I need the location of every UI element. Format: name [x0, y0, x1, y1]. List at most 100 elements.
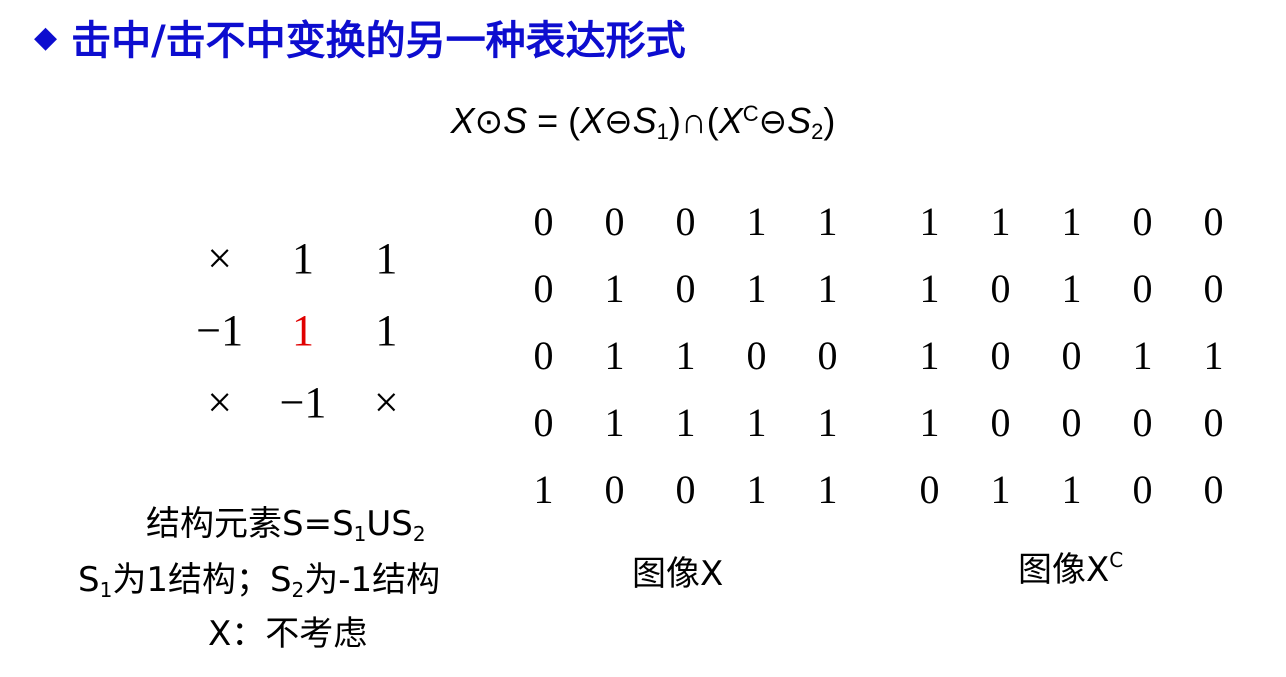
matrix-cell: 0 — [533, 266, 554, 311]
image-xc-label: 图像XC — [1018, 542, 1123, 591]
matrix-cell: 0 — [675, 467, 696, 512]
matrix-cell: 1 — [604, 333, 625, 378]
matrix-cell: 1 — [817, 199, 838, 244]
matrix-cell: 0 — [675, 199, 696, 244]
caption-sub: 2 — [412, 522, 426, 546]
matrix-cell: 1 — [990, 199, 1011, 244]
formula-sub-1: 1 — [656, 119, 669, 144]
matrix-cell: 1 — [675, 333, 696, 378]
matrix-cell: 1 — [817, 400, 838, 445]
matrix-cell: 1 — [990, 467, 1011, 512]
se-cell: 1 — [375, 305, 398, 355]
formula-s: S — [787, 100, 812, 141]
matrix-cell: 1 — [1061, 199, 1082, 244]
matrix-row: 1 1 1 0 0 — [894, 188, 1249, 255]
matrix-cell: 0 — [675, 266, 696, 311]
matrix-cell: 1 — [919, 400, 940, 445]
image-x-matrix: 0 0 0 1 1 0 1 0 1 1 0 1 1 0 0 0 1 1 1 1 1 0 0 1 1 — [508, 188, 863, 523]
structuring-element-matrix: × 1 1 −1 1 1 × −1 × — [178, 222, 428, 438]
matrix-cell: 1 — [817, 467, 838, 512]
matrix-cell: 0 — [990, 333, 1011, 378]
se-row: × 1 1 — [178, 222, 428, 294]
se-cell: 1 — [291, 305, 314, 355]
matrix-cell: 1 — [746, 266, 767, 311]
formula-sub-2: 2 — [811, 119, 824, 144]
matrix-cell: 0 — [919, 467, 940, 512]
matrix-cell: 1 — [675, 400, 696, 445]
slide-title-text: 击中/击不中变换的另一种表达形式 — [71, 18, 686, 64]
matrix-row: 1 0 1 0 0 — [894, 255, 1249, 322]
formula-x: X — [580, 100, 605, 141]
matrix-cell: 0 — [604, 467, 625, 512]
formula-s: S — [632, 100, 657, 141]
se-row: × −1 × — [178, 366, 428, 438]
matrix-cell: 0 — [533, 400, 554, 445]
matrix-cell: 0 — [817, 333, 838, 378]
matrix-row: 1 0 0 1 1 — [508, 456, 863, 523]
image-xc-matrix: 1 1 1 0 0 1 0 1 0 0 1 0 0 1 1 1 0 0 0 0 0 1 1 0 0 — [894, 188, 1249, 523]
matrix-cell: 1 — [919, 266, 940, 311]
matrix-cell: 1 — [919, 333, 940, 378]
se-caption-definition: 结构元素S=S1US2 — [146, 496, 426, 546]
matrix-row: 1 0 0 0 0 — [894, 389, 1249, 456]
matrix-cell: 0 — [990, 266, 1011, 311]
caption-text: 图像X — [1018, 550, 1110, 590]
caption-sub: 2 — [291, 578, 305, 602]
ominus-symbol: ⊖ — [604, 102, 633, 142]
caption-sub: 1 — [353, 522, 367, 546]
matrix-cell: 1 — [1061, 467, 1082, 512]
matrix-cell: 1 — [604, 266, 625, 311]
matrix-cell: 1 — [1132, 333, 1153, 378]
matrix-row: 1 0 0 1 1 — [894, 322, 1249, 389]
matrix-row: 0 1 1 0 0 — [894, 456, 1249, 523]
hit-or-miss-formula: X⊙S = (X⊖S1)∩(XC⊖S2) — [0, 100, 1286, 150]
matrix-cell: 0 — [1132, 199, 1153, 244]
matrix-row: 0 1 1 0 0 — [508, 322, 863, 389]
matrix-cell: 0 — [533, 333, 554, 378]
matrix-cell: 0 — [1203, 400, 1224, 445]
caption-sub: 1 — [99, 578, 113, 602]
diamond-bullet-icon: ◆ — [34, 19, 58, 55]
matrix-cell: 0 — [1203, 467, 1224, 512]
matrix-cell: 0 — [990, 400, 1011, 445]
caption-text: 结构元素S=S — [146, 504, 354, 544]
se-cell: × — [207, 233, 233, 283]
caption-text: US — [366, 504, 413, 544]
matrix-row: 0 0 0 1 1 — [508, 188, 863, 255]
caption-sup: C — [1109, 548, 1124, 572]
matrix-row: 0 1 1 1 1 — [508, 389, 863, 456]
se-cell: × — [373, 377, 399, 427]
formula-s: S — [503, 100, 528, 141]
se-caption-parts: S1为1结构；S2为-1结构 — [78, 552, 440, 602]
odot-symbol: ⊙ — [474, 102, 504, 142]
matrix-cell: 0 — [1061, 333, 1082, 378]
se-row: −1 1 1 — [178, 294, 428, 366]
matrix-cell: 1 — [1203, 333, 1224, 378]
matrix-cell: 1 — [817, 266, 838, 311]
formula-x: X — [718, 100, 743, 141]
matrix-cell: 1 — [746, 400, 767, 445]
formula-eq: = ( — [527, 100, 581, 141]
matrix-cell: 1 — [919, 199, 940, 244]
image-x-label: 图像X — [632, 554, 724, 594]
matrix-cell: 0 — [1203, 266, 1224, 311]
matrix-cell: 1 — [533, 467, 554, 512]
matrix-cell: 0 — [1203, 199, 1224, 244]
formula-complement-sup: C — [742, 101, 759, 126]
se-caption-dontcare: X：不考虑 — [208, 614, 368, 654]
matrix-cell: 1 — [746, 199, 767, 244]
matrix-cell: 1 — [604, 400, 625, 445]
matrix-cell: 0 — [746, 333, 767, 378]
matrix-cell: 0 — [533, 199, 554, 244]
matrix-cell: 0 — [1132, 400, 1153, 445]
se-cell: −1 — [196, 305, 244, 355]
matrix-cell: 0 — [1061, 400, 1082, 445]
caption-text: S — [78, 560, 100, 600]
matrix-cell: 0 — [1132, 467, 1153, 512]
se-cell: × — [207, 377, 233, 427]
slide-title: ◆ 击中/击不中变换的另一种表达形式 — [34, 6, 686, 68]
matrix-row: 0 1 0 1 1 — [508, 255, 863, 322]
formula-intersection: )∩( — [668, 100, 719, 141]
se-cell: 1 — [291, 233, 314, 283]
matrix-cell: 1 — [746, 467, 767, 512]
